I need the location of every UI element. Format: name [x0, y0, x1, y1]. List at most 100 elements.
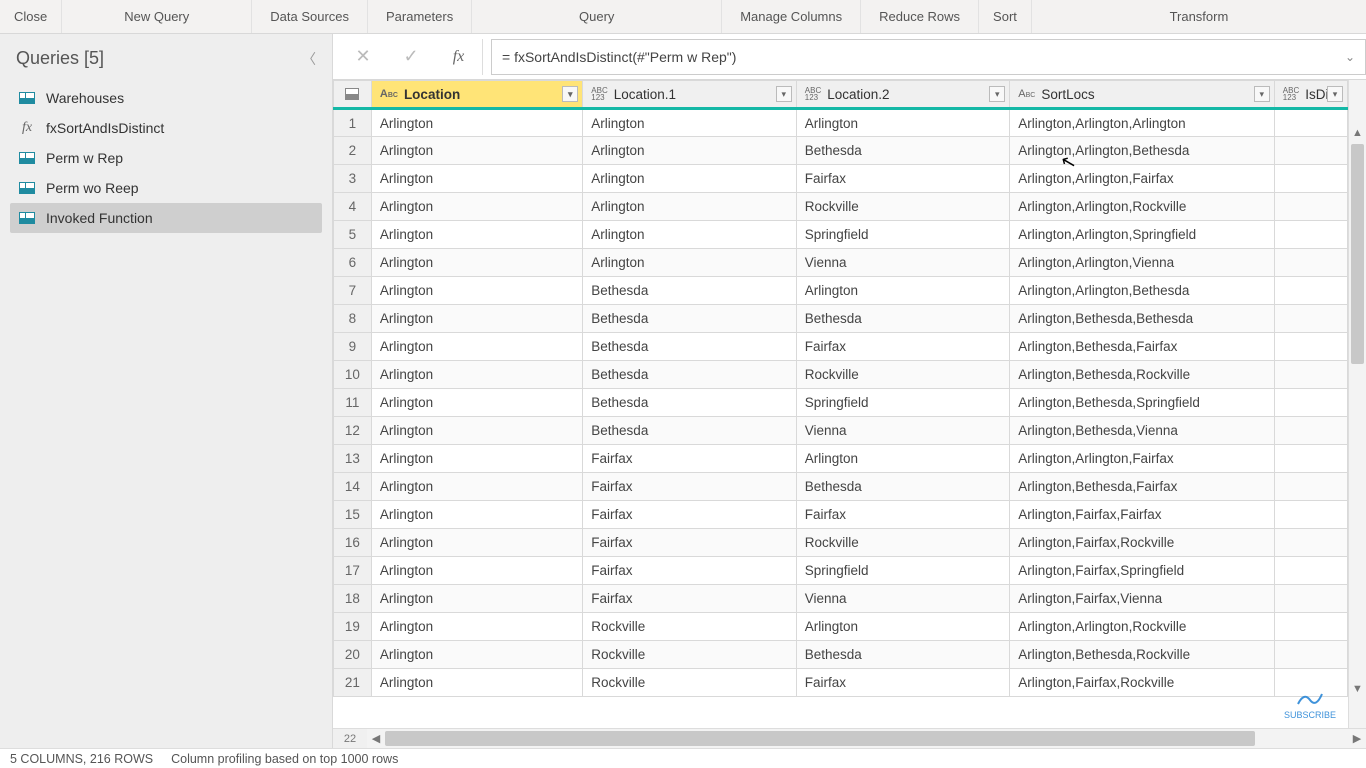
ribbon-new-query[interactable]: New Query	[62, 0, 252, 33]
cell[interactable]: Arlington,Fairfax,Rockville	[1010, 669, 1275, 697]
table-row[interactable]: 17ArlingtonFairfaxSpringfieldArlington,F…	[334, 557, 1348, 585]
table-row[interactable]: 8ArlingtonBethesdaBethesdaArlington,Beth…	[334, 305, 1348, 333]
row-number[interactable]: 21	[334, 669, 372, 697]
table-row[interactable]: 19ArlingtonRockvilleArlingtonArlington,A…	[334, 613, 1348, 641]
column-filter-icon[interactable]: ▾	[989, 86, 1005, 102]
cell[interactable]: Fairfax	[796, 165, 1009, 193]
query-item-invoked-function[interactable]: Invoked Function	[10, 203, 322, 233]
formula-input[interactable]: = fxSortAndIsDistinct(#"Perm w Rep") ⌄	[491, 39, 1366, 75]
cell[interactable]: Fairfax	[583, 529, 796, 557]
row-number[interactable]: 11	[334, 389, 372, 417]
row-number[interactable]: 12	[334, 417, 372, 445]
cell[interactable]: Arlington	[371, 305, 582, 333]
cell[interactable]: Arlington	[796, 613, 1009, 641]
query-item-fxsortandisdistinct[interactable]: fxfxSortAndIsDistinct	[10, 113, 322, 143]
cell[interactable]	[1274, 361, 1347, 389]
cell[interactable]: Rockville	[583, 641, 796, 669]
cell[interactable]: Arlington	[371, 389, 582, 417]
row-number[interactable]: 15	[334, 501, 372, 529]
column-filter-icon[interactable]: ▾	[562, 86, 578, 102]
cell[interactable]: Arlington,Arlington,Bethesda	[1010, 277, 1275, 305]
cell[interactable]: Arlington,Fairfax,Vienna	[1010, 585, 1275, 613]
cell[interactable]: Arlington	[371, 445, 582, 473]
table-row[interactable]: 4ArlingtonArlingtonRockvilleArlington,Ar…	[334, 193, 1348, 221]
table-row[interactable]: 15ArlingtonFairfaxFairfaxArlington,Fairf…	[334, 501, 1348, 529]
cell[interactable]	[1274, 557, 1347, 585]
cell[interactable]: Arlington	[371, 361, 582, 389]
table-row[interactable]: 12ArlingtonBethesdaViennaArlington,Bethe…	[334, 417, 1348, 445]
cell[interactable]	[1274, 109, 1347, 137]
cell[interactable]: Vienna	[796, 585, 1009, 613]
ribbon-transform[interactable]: Transform	[1032, 0, 1366, 33]
ribbon-manage-columns[interactable]: Manage Columns	[722, 0, 861, 33]
cell[interactable]: Arlington	[371, 557, 582, 585]
cell[interactable]: Springfield	[796, 557, 1009, 585]
cell[interactable]: Vienna	[796, 417, 1009, 445]
scroll-thumb[interactable]	[1351, 144, 1364, 364]
query-item-perm-wo-reep[interactable]: Perm wo Reep	[10, 173, 322, 203]
cell[interactable]: Fairfax	[583, 557, 796, 585]
cell[interactable]: Rockville	[796, 361, 1009, 389]
cell[interactable]: Arlington,Fairfax,Springfield	[1010, 557, 1275, 585]
row-number[interactable]: 16	[334, 529, 372, 557]
cell[interactable]: Arlington,Fairfax,Rockville	[1010, 529, 1275, 557]
cell[interactable]: Arlington	[583, 165, 796, 193]
cell[interactable]	[1274, 305, 1347, 333]
table-row[interactable]: 2ArlingtonArlingtonBethesdaArlington,Arl…	[334, 137, 1348, 165]
table-row[interactable]: 1ArlingtonArlingtonArlingtonArlington,Ar…	[334, 109, 1348, 137]
column-filter-icon[interactable]: ▾	[1254, 86, 1270, 102]
ribbon-close[interactable]: Close	[0, 0, 62, 33]
cell[interactable]: Arlington	[796, 109, 1009, 137]
query-item-warehouses[interactable]: Warehouses	[10, 83, 322, 113]
row-number[interactable]: 17	[334, 557, 372, 585]
table-row[interactable]: 10ArlingtonBethesdaRockvilleArlington,Be…	[334, 361, 1348, 389]
cell[interactable]	[1274, 193, 1347, 221]
table-row[interactable]: 7ArlingtonBethesdaArlingtonArlington,Arl…	[334, 277, 1348, 305]
formula-expand-icon[interactable]: ⌄	[1345, 50, 1355, 64]
ribbon-query[interactable]: Query	[472, 0, 722, 33]
ribbon-data-sources[interactable]: Data Sources	[252, 0, 368, 33]
cell[interactable]: Fairfax	[583, 501, 796, 529]
table-row[interactable]: 20ArlingtonRockvilleBethesdaArlington,Be…	[334, 641, 1348, 669]
cell[interactable]: Arlington	[371, 109, 582, 137]
ribbon-reduce-rows[interactable]: Reduce Rows	[861, 0, 979, 33]
table-row[interactable]: 11ArlingtonBethesdaSpringfieldArlington,…	[334, 389, 1348, 417]
cell[interactable]: Arlington,Arlington,Rockville	[1010, 613, 1275, 641]
cell[interactable]	[1274, 417, 1347, 445]
table-row[interactable]: 21ArlingtonRockvilleFairfaxArlington,Fai…	[334, 669, 1348, 697]
cell[interactable]: Arlington,Arlington,Vienna	[1010, 249, 1275, 277]
cell[interactable]: Arlington	[371, 137, 582, 165]
table-row[interactable]: 16ArlingtonFairfaxRockvilleArlington,Fai…	[334, 529, 1348, 557]
cell[interactable]: Arlington	[583, 193, 796, 221]
cell[interactable]: Bethesda	[796, 137, 1009, 165]
cell[interactable]	[1274, 137, 1347, 165]
cell[interactable]	[1274, 473, 1347, 501]
cell[interactable]: Arlington	[371, 221, 582, 249]
column-header-location-1[interactable]: ABC123Location.1▾	[583, 81, 796, 109]
cell[interactable]: Springfield	[796, 389, 1009, 417]
formula-commit-icon[interactable]: ✓	[387, 39, 435, 75]
cell[interactable]: Fairfax	[796, 333, 1009, 361]
row-number[interactable]: 8	[334, 305, 372, 333]
cell[interactable]: Springfield	[796, 221, 1009, 249]
cell[interactable]: Arlington	[371, 333, 582, 361]
table-row[interactable]: 14ArlingtonFairfaxBethesdaArlington,Beth…	[334, 473, 1348, 501]
cell[interactable]	[1274, 641, 1347, 669]
cell[interactable]	[1274, 249, 1347, 277]
cell[interactable]: Bethesda	[796, 641, 1009, 669]
cell[interactable]: Bethesda	[583, 333, 796, 361]
table-row[interactable]: 5ArlingtonArlingtonSpringfieldArlington,…	[334, 221, 1348, 249]
cell[interactable]: Arlington,Bethesda,Springfield	[1010, 389, 1275, 417]
cell[interactable]: Arlington,Bethesda,Rockville	[1010, 361, 1275, 389]
cell[interactable]: Bethesda	[583, 417, 796, 445]
cell[interactable]: Arlington	[371, 585, 582, 613]
select-all-corner[interactable]	[334, 81, 372, 109]
cell[interactable]: Bethesda	[796, 305, 1009, 333]
cell[interactable]: Arlington,Bethesda,Vienna	[1010, 417, 1275, 445]
cell[interactable]	[1274, 389, 1347, 417]
cell[interactable]: Arlington	[371, 613, 582, 641]
cell[interactable]: Bethesda	[583, 389, 796, 417]
cell[interactable]: Arlington	[371, 417, 582, 445]
cell[interactable]: Arlington	[583, 221, 796, 249]
ribbon-parameters[interactable]: Parameters	[368, 0, 472, 33]
